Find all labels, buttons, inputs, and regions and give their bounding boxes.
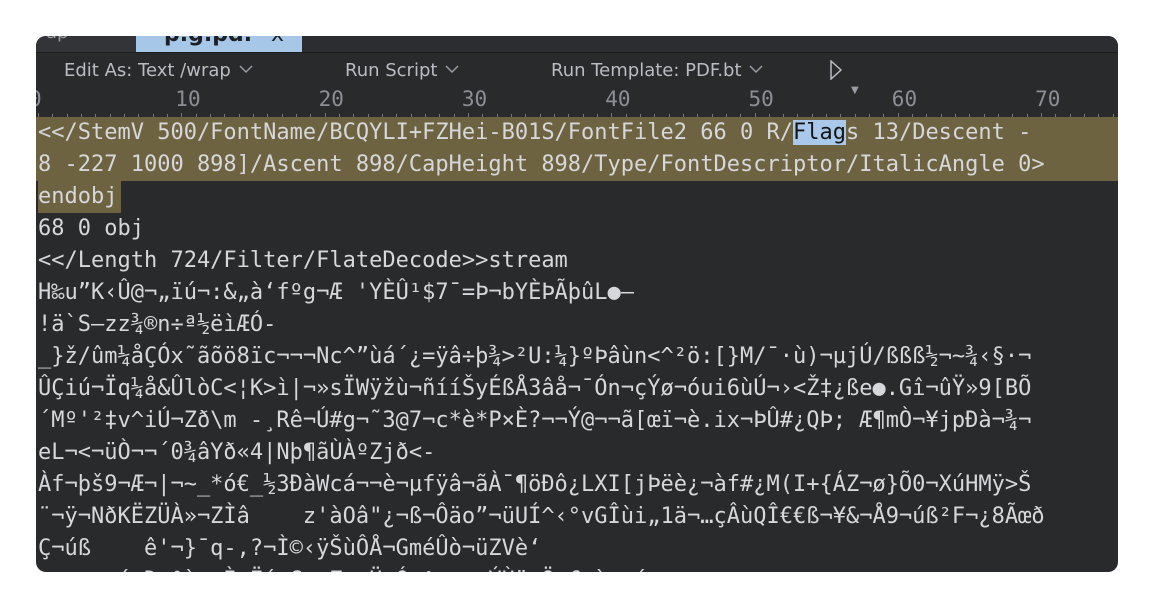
ruler-label: 20 xyxy=(318,87,344,111)
editor-line[interactable]: 68 0 obj xyxy=(36,213,1118,245)
ruler-label: 10 xyxy=(175,87,201,111)
tab-close-icon[interactable]: x xyxy=(271,36,284,47)
chevron-down-icon xyxy=(749,65,763,74)
line-text: s 13/Descent - xyxy=(845,120,1032,145)
editor-line[interactable]: endobj xyxy=(36,181,1118,213)
ruler-caret-icon: ▼ xyxy=(851,85,859,96)
line-text: ·¬µ¬ ´¬Ð¬°`¸~Ì¬Ë´¬G©¬Z‹¬Ü,Ó¬^¬¬µ¬ÝÙü¬Ö¬£… xyxy=(38,568,647,572)
line-text: _}ž/ûm¼åÇÓx˜ãõö8ïc¬¬¬Nc^”ùá´¿=ÿâ÷þ¾>²U:¼… xyxy=(38,344,1032,369)
line-text: 68 0 obj xyxy=(38,216,144,241)
ruler-label: 60 xyxy=(891,87,918,111)
line-text: ¨¬ÿ¬NðKËZÜÀ»¬ZÌâ z'àOâ"¿¬ß¬Ôäo”¬üUÍ^‹°vG… xyxy=(38,504,1045,529)
ruler-label: 30 xyxy=(461,87,488,111)
column-ruler: ▼ 0 10 20 30 40 50 60 70 xyxy=(36,85,1118,118)
editor-line[interactable]: Ç¬úß ê'¬}¯q-,?¬Ì©‹ÿŠùÔÅ¬GméÛò¬üZVè‘ xyxy=(36,533,1118,565)
line-text: !ä`S–zz¾®n÷ª½ëìÆÓ- xyxy=(38,312,277,337)
line-text: endobj xyxy=(38,184,118,209)
editor-line[interactable]: ¨¬ÿ¬NðKËZÜÀ»¬ZÌâ z'àOâ"¿¬ß¬Ôäo”¬üUÍ^‹°vG… xyxy=(36,501,1118,533)
ruler-label: 0 xyxy=(36,87,42,111)
run-template-dropdown[interactable]: Run Template: PDF.bt xyxy=(551,60,763,81)
line-text: ÛÇiú¬Ïq¼å&ÛlòC<¦K>ì|¬»sÏWÿžù¬ñííŠyÉßÅ3âå… xyxy=(38,376,1032,401)
tab-previous-label: ap xyxy=(46,36,68,43)
toolbar: Edit As: Text /wrap Run Script Run Templ… xyxy=(36,53,1118,89)
editor-line[interactable]: eL¬<¬üÒ¬¬´0¾âYð«4|Nþ¶ãÙÀºZjð<- xyxy=(36,437,1118,469)
editor-line[interactable]: <</StemV 500/FontName/BCQYLI+FZHei-B01S/… xyxy=(36,117,1118,149)
editor-line[interactable]: ·¬µ¬ ´¬Ð¬°`¸~Ì¬Ë´¬G©¬Z‹¬Ü,Ó¬^¬¬µ¬ÝÙü¬Ö¬£… xyxy=(36,565,1118,572)
chevron-down-icon xyxy=(239,65,253,74)
run-script-label: Run Script xyxy=(345,60,438,81)
editor-line[interactable]: Àf¬þš9¬Æ¬|¬~_*ó€_½3ÐàWcá¬¬è¬µfÿâ¬ãÀ¯¶öÐô… xyxy=(36,469,1118,501)
hex-editor-window: ap p.g.pd. x Edit As: Text /wrap Run Scr… xyxy=(36,36,1118,572)
edit-as-label: Edit As: Text /wrap xyxy=(64,60,231,81)
tab-previous[interactable]: ap xyxy=(36,36,137,52)
play-icon[interactable] xyxy=(829,60,843,80)
editor-line[interactable]: ÛÇiú¬Ïq¼å&ÛlòC<¦K>ì|¬»sÏWÿžù¬ñííŠyÉßÅ3âå… xyxy=(36,373,1118,405)
ruler-label: 70 xyxy=(1035,87,1061,111)
editor-line[interactable]: ´Mº'²‡v^iÚ¬Zð\m -¸Rê¬Ú#g¬˜3@7¬c*è*P×È?¬¬… xyxy=(36,405,1118,437)
line-text: eL¬<¬üÒ¬¬´0¾âYð«4|Nþ¶ãÙÀºZjð<- xyxy=(38,440,436,465)
editor-line[interactable]: <</Length 724/Filter/FlateDecode>>stream xyxy=(36,245,1118,277)
ruler-label: 40 xyxy=(605,87,631,111)
run-template-label: Run Template: PDF.bt xyxy=(551,60,742,81)
tab-active-file[interactable]: p.g.pd. x xyxy=(136,36,302,52)
ruler-label: 50 xyxy=(748,87,774,111)
line-text: ´Mº'²‡v^iÚ¬Zð\m -¸Rê¬Ú#g¬˜3@7¬c*è*P×È?¬¬… xyxy=(38,408,1032,433)
line-text: Ç¬úß ê'¬}¯q-,?¬Ì©‹ÿŠùÔÅ¬GméÛò¬üZVè‘ xyxy=(38,536,542,561)
edit-as-dropdown[interactable]: Edit As: Text /wrap xyxy=(64,60,253,81)
selection-span: endobj xyxy=(38,181,122,213)
text-editor[interactable]: <</StemV 500/FontName/BCQYLI+FZHei-B01S/… xyxy=(36,117,1118,572)
tab-active-label: p.g.pd. xyxy=(164,36,252,47)
editor-line[interactable]: _}ž/ûm¼åÇÓx˜ãõö8ïc¬¬¬Nc^”ùá´¿=ÿâ÷þ¾>²U:¼… xyxy=(36,341,1118,373)
chevron-down-icon xyxy=(445,65,459,74)
line-text: Àf¬þš9¬Æ¬|¬~_*ó€_½3ÐàWcá¬¬è¬µfÿâ¬ãÀ¯¶öÐô… xyxy=(38,472,1032,497)
search-highlight: Flag xyxy=(792,120,846,145)
editor-line[interactable]: 8 -227 1000 898]/Ascent 898/CapHeight 89… xyxy=(36,149,1118,181)
editor-line[interactable]: H‰u”K‹Û@¬„ïú¬:&„à‘fºg¬Æ 'YÈÛ¹$7¯=Þ¬bYÈÞÃ… xyxy=(36,277,1118,309)
editor-line[interactable]: !ä`S–zz¾®n÷ª½ëìÆÓ- xyxy=(36,309,1118,341)
run-script-dropdown[interactable]: Run Script xyxy=(345,60,459,81)
line-text: H‰u”K‹Û@¬„ïú¬:&„à‘fºg¬Æ 'YÈÛ¹$7¯=Þ¬bYÈÞÃ… xyxy=(38,280,635,305)
tab-bar: ap p.g.pd. x xyxy=(36,36,1118,53)
line-text: <</Length 724/Filter/FlateDecode>>stream xyxy=(38,248,568,273)
line-text: 8 -227 1000 898]/Ascent 898/CapHeight 89… xyxy=(38,152,1045,177)
line-text: <</StemV 500/FontName/BCQYLI+FZHei-B01S/… xyxy=(38,120,793,145)
